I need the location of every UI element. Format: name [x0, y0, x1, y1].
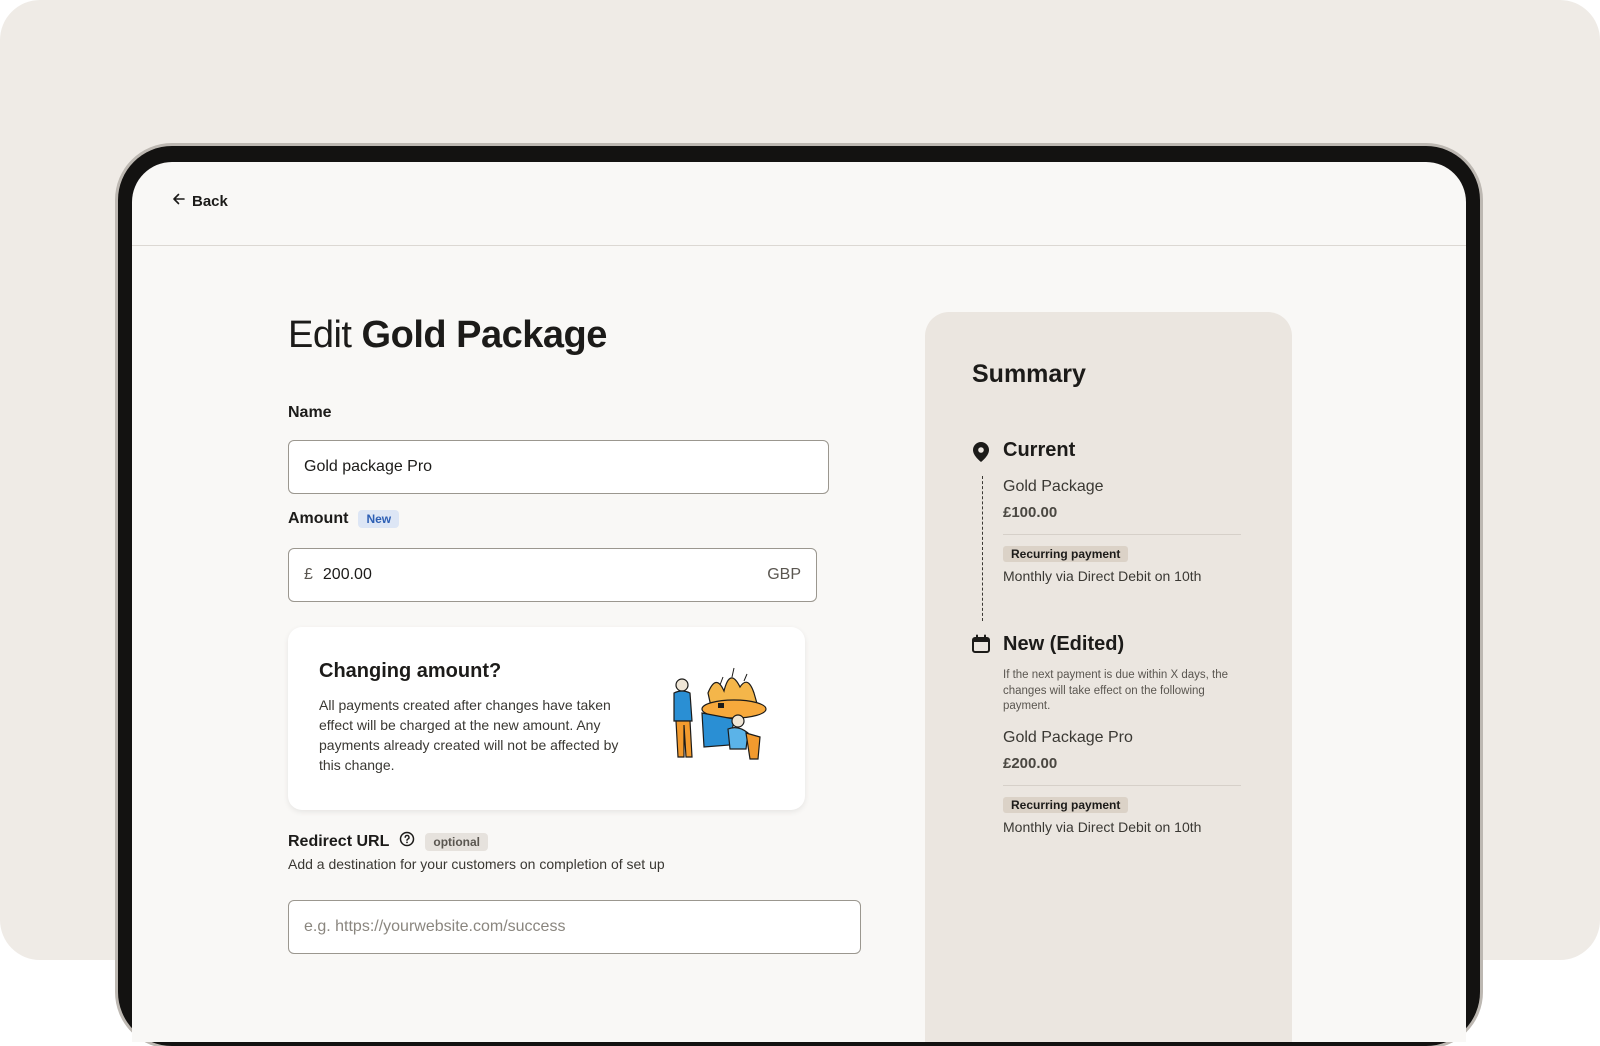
currency-code: GBP	[767, 566, 801, 583]
summary-title: Summary	[972, 360, 1086, 388]
amount-value: 200.00	[322, 566, 372, 583]
info-card-body: All payments created after changes have …	[319, 697, 619, 773]
question-circle-icon[interactable]	[399, 831, 415, 852]
amount-label-text: Amount	[288, 510, 349, 527]
current-package-price: £100.00	[1003, 504, 1058, 521]
location-pin-icon	[971, 441, 991, 468]
back-button[interactable]: Back	[172, 192, 228, 210]
new-schedule: Monthly via Direct Debit on 10th	[1003, 819, 1202, 835]
new-recurring-badge: Recurring payment	[1003, 797, 1129, 813]
info-card-heading: Changing amount?	[319, 660, 502, 682]
arrow-left-icon	[172, 192, 186, 210]
name-label-text: Name	[288, 404, 332, 421]
top-bar: Back	[132, 162, 1466, 246]
current-divider	[1003, 534, 1241, 535]
redirect-url-placeholder: e.g. https://yourwebsite.com/success	[304, 918, 566, 935]
timeline-connector	[982, 476, 983, 621]
amount-label: Amount New	[288, 510, 400, 528]
name-input-value: Gold package Pro	[304, 458, 433, 475]
redirect-url-label: Redirect URL optional	[288, 831, 489, 852]
new-effect-note: If the next payment is due within X days…	[1003, 669, 1229, 712]
people-at-table-illustration-icon	[668, 663, 772, 772]
current-package-name: Gold Package	[1003, 478, 1104, 495]
new-divider	[1003, 785, 1241, 786]
amount-input[interactable]: £ 200.00 GBP	[288, 548, 817, 602]
title-prefix: Edit	[288, 314, 352, 356]
new-edited-heading: New (Edited)	[1003, 633, 1125, 655]
currency-symbol: £	[304, 566, 313, 583]
summary-panel: Summary Current Gold Package £100.00 Rec…	[925, 312, 1292, 1042]
changing-amount-card: Changing amount? All payments created af…	[288, 627, 805, 810]
name-label: Name	[288, 404, 332, 422]
redirect-url-input[interactable]: e.g. https://yourwebsite.com/success	[288, 900, 861, 954]
title-package-name: Gold Package	[361, 314, 608, 356]
redirect-helper-text: Add a destination for your customers on …	[288, 856, 665, 872]
current-recurring-badge: Recurring payment	[1003, 546, 1129, 562]
app-screen: Back Edit Gold Package Name Gold package…	[132, 162, 1466, 1042]
current-heading: Current	[1003, 439, 1076, 461]
calendar-icon	[971, 634, 991, 659]
new-package-name: Gold Package Pro	[1003, 729, 1133, 746]
new-package-price: £200.00	[1003, 755, 1058, 772]
back-label: Back	[192, 192, 228, 210]
optional-badge: optional	[425, 832, 489, 851]
page-title: Edit Gold Package	[288, 314, 607, 357]
redirect-label-text: Redirect URL	[288, 832, 390, 850]
new-badge: New	[358, 510, 400, 528]
name-input[interactable]: Gold package Pro	[288, 440, 829, 494]
current-schedule: Monthly via Direct Debit on 10th	[1003, 568, 1202, 584]
